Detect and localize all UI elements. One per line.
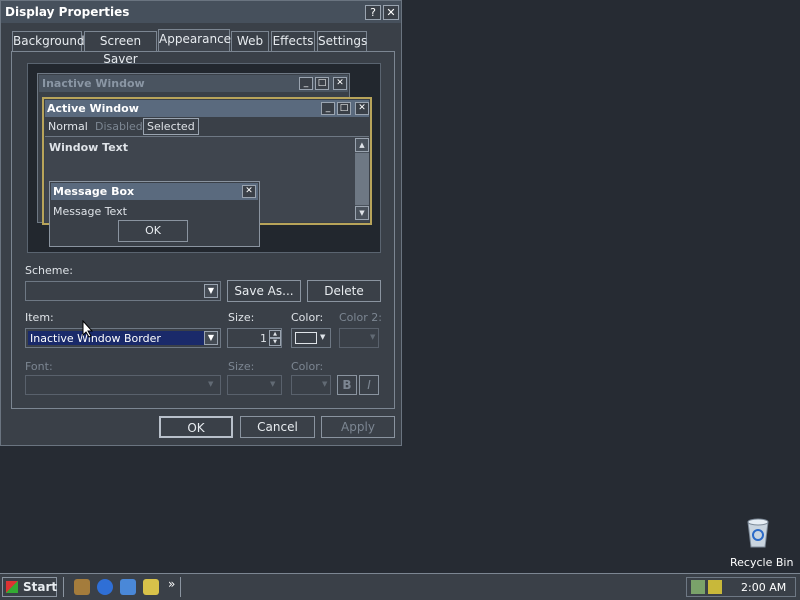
window-title: Display Properties [5,5,130,19]
internet-explorer-icon[interactable] [97,579,113,595]
item-label: Item: [25,311,54,324]
spin-up-icon[interactable]: ▲ [269,330,281,338]
inactive-title-bar: Inactive Window _ □ ✕ [39,75,348,92]
display-properties-window: Display Properties ? ✕ Background Screen… [0,0,402,446]
message-box-title-bar: Message Box ✕ [51,183,258,200]
help-button[interactable]: ? [365,5,381,20]
recycle-bin-icon [747,518,769,548]
windows-logo-icon [6,581,18,593]
chevron-down-icon[interactable]: ▼ [204,284,218,298]
chevron-down-icon: ▼ [208,380,214,388]
taskbar-divider [180,577,183,597]
inactive-maximize-icon: □ [315,77,329,90]
clock[interactable]: 2:00 AM [741,581,786,594]
taskbar: Start » 2:00 AM [0,573,800,600]
scroll-down-icon: ▼ [355,206,369,220]
color2-label: Color 2: [339,311,382,324]
active-window-title: Active Window [47,102,139,115]
chevron-down-icon[interactable]: ▼ [204,331,218,345]
title-bar[interactable]: Display Properties ? ✕ [1,1,401,23]
show-desktop-icon[interactable] [74,579,90,595]
size-label: Size: [228,311,255,324]
bold-button[interactable]: B [337,375,357,395]
close-button[interactable]: ✕ [383,5,399,20]
message-box-close-icon: ✕ [242,185,256,198]
preview-scrollbar: ▲ ▼ [355,138,369,220]
scheme-label: Scheme: [25,264,73,277]
windows-explorer-icon[interactable] [143,579,159,595]
chevron-down-icon: ▼ [322,380,328,388]
menu-disabled: Disabled [95,120,143,133]
security-icon[interactable] [708,580,722,594]
chevron-down-icon: ▼ [370,333,376,341]
color2-picker[interactable]: ▼ [339,328,379,348]
font-label: Font: [25,360,53,373]
outlook-express-icon[interactable] [120,579,136,595]
chevron-down-icon: ▼ [270,380,276,388]
save-as-button[interactable]: Save As... [227,280,301,302]
ok-button[interactable]: OK [159,416,233,438]
item-value: Inactive Window Border [30,332,161,345]
scroll-thumb [355,153,369,205]
window-text: Window Text [49,141,129,154]
italic-button[interactable]: I [359,375,379,395]
tab-background[interactable]: Background [12,31,85,51]
menu-selected: Selected [143,118,199,135]
network-icon[interactable] [691,580,705,594]
active-minimize-icon: _ [321,102,335,115]
message-box-title: Message Box [53,185,135,198]
tab-appearance[interactable]: Appearance [158,29,231,52]
font-color-label: Color: [291,360,324,373]
system-tray: 2:00 AM [686,577,796,597]
font-dropdown[interactable]: ▼ [25,375,221,395]
delete-button[interactable]: Delete [307,280,381,302]
scroll-up-icon: ▲ [355,138,369,152]
active-close-icon: ✕ [355,102,369,115]
inactive-window-title: Inactive Window [42,77,145,90]
cancel-button[interactable]: Cancel [240,416,315,438]
mouse-cursor-icon [82,320,94,338]
menu-normal: Normal [48,120,88,133]
font-size-dropdown[interactable]: ▼ [227,375,282,395]
tab-settings[interactable]: Settings [317,31,367,51]
inactive-close-icon: ✕ [333,77,347,90]
tab-effects[interactable]: Effects [271,31,315,51]
chevron-down-icon: ▼ [320,333,326,341]
recycle-bin[interactable]: Recycle Bin [720,515,796,571]
appearance-preview[interactable]: Inactive Window _ □ ✕ Active Window _ □ … [27,63,381,253]
start-button[interactable]: Start [2,577,57,597]
color-swatch [295,332,317,344]
start-label: Start [23,580,58,594]
spin-down-icon[interactable]: ▼ [269,338,281,346]
recycle-bin-label: Recycle Bin [730,556,794,569]
font-color-picker[interactable]: ▼ [291,375,331,395]
item-dropdown[interactable]: Inactive Window Border ▼ [25,328,221,348]
size-value: 1 [260,332,267,345]
active-title-bar: Active Window _ □ ✕ [45,100,369,117]
color-picker[interactable]: ▼ [291,328,331,348]
size-stepper[interactable]: 1 ▲ ▼ [227,328,282,348]
message-ok-button: OK [118,220,188,242]
tab-web[interactable]: Web [231,31,269,51]
font-size-label: Size: [228,360,255,373]
inactive-minimize-icon: _ [299,77,313,90]
apply-button[interactable]: Apply [321,416,395,438]
preview-message-box: Message Box ✕ Message Text OK [49,181,260,247]
message-text: Message Text [53,205,127,218]
active-maximize-icon: □ [337,102,351,115]
color-label: Color: [291,311,324,324]
tab-screen-saver[interactable]: Screen Saver [84,31,157,66]
quick-launch-chevron[interactable]: » [168,577,175,591]
taskbar-divider [63,577,66,597]
scheme-dropdown[interactable]: ▼ [25,281,221,301]
